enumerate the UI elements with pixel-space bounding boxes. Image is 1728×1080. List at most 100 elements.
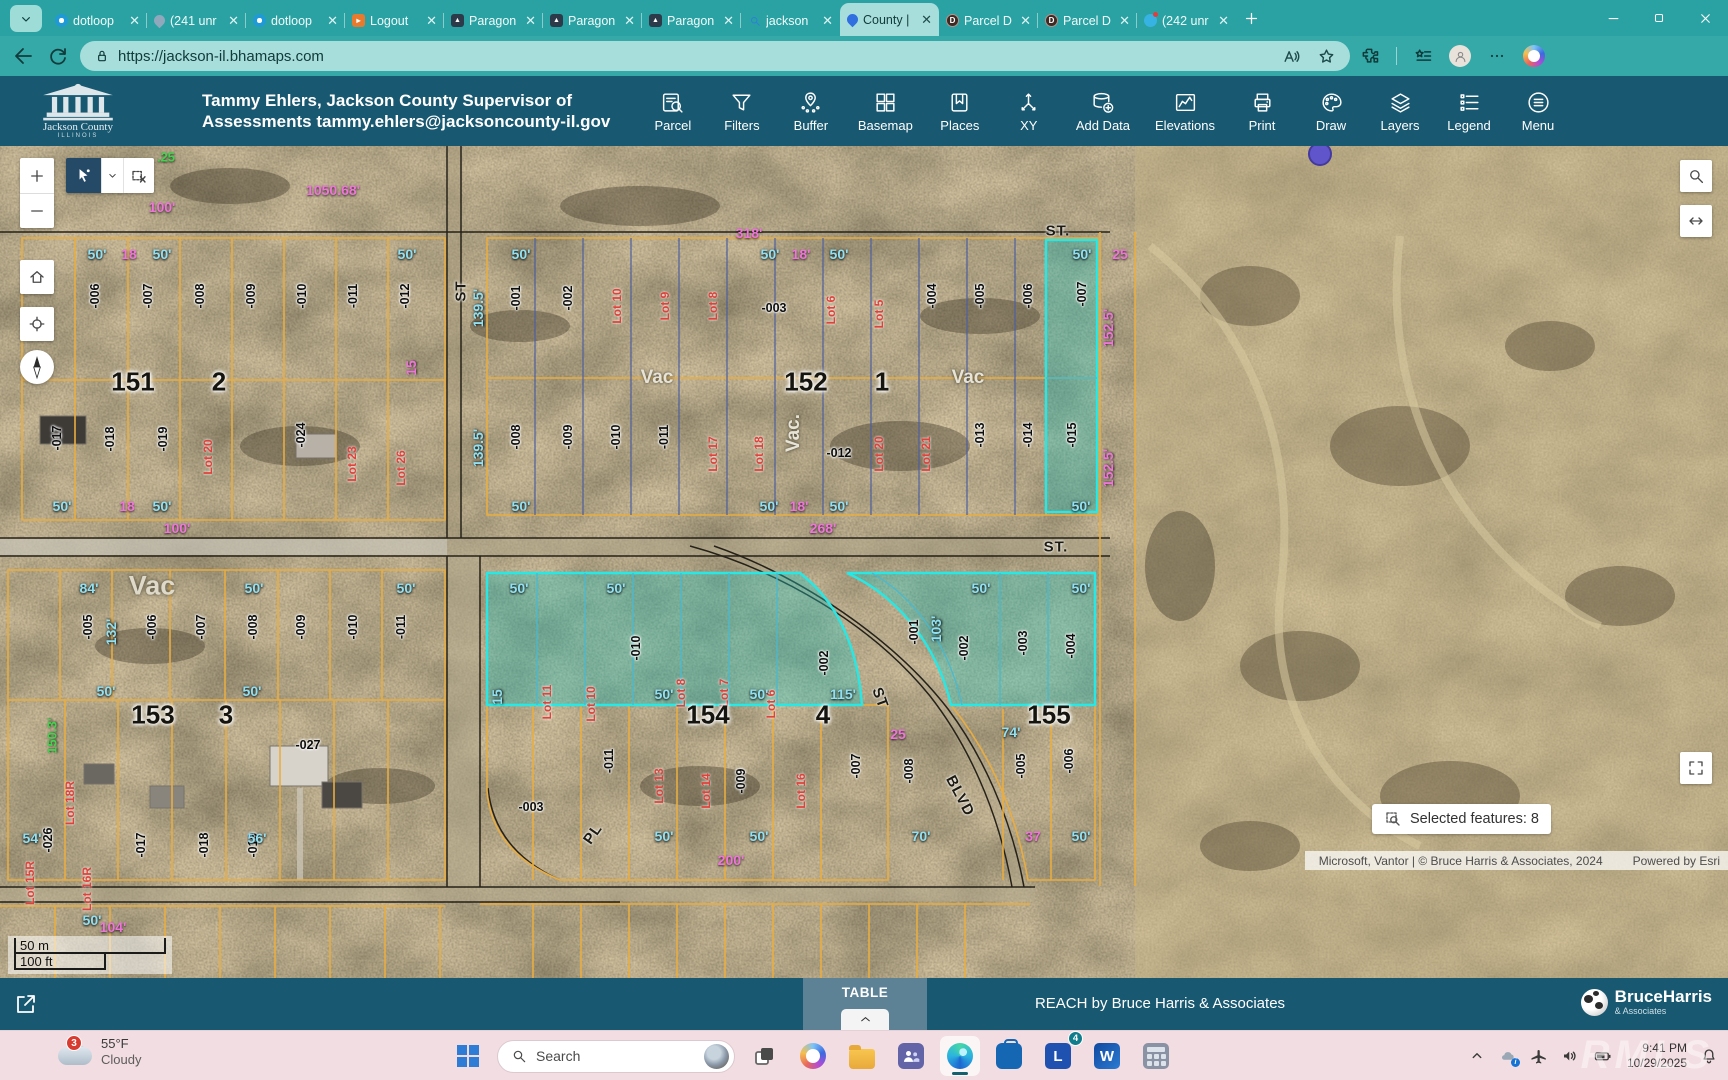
favorites-list-icon[interactable] <box>1413 46 1433 66</box>
read-aloud-icon[interactable] <box>1282 47 1301 66</box>
tab-title: Paragon <box>568 14 619 28</box>
browser-tab[interactable]: dotloop✕ <box>48 5 147 36</box>
hidden-icons-chevron[interactable] <box>1468 1047 1486 1065</box>
favorite-star-icon[interactable] <box>1317 47 1336 66</box>
tab-close-icon[interactable]: ✕ <box>327 14 338 27</box>
toolbar-filters[interactable]: Filters <box>720 90 764 133</box>
lapp-app-icon[interactable]: L4 <box>1038 1036 1078 1076</box>
toolbar-layers[interactable]: Layers <box>1378 90 1422 133</box>
tab-actions-button[interactable] <box>10 5 42 32</box>
maximize-button[interactable] <box>1636 0 1682 36</box>
word-app-icon[interactable]: W <box>1087 1036 1127 1076</box>
copilot-icon[interactable] <box>1523 45 1545 67</box>
calc-app-icon[interactable] <box>1136 1036 1176 1076</box>
refresh-button[interactable] <box>46 44 70 68</box>
browser-tab[interactable]: DParcel D✕ <box>1038 5 1137 36</box>
paragon-favicon: ▲ <box>649 14 662 27</box>
select-tool-dropdown[interactable] <box>101 158 123 193</box>
tab-close-icon[interactable]: ✕ <box>822 14 833 27</box>
toolbar-xy[interactable]: XY <box>1007 90 1051 133</box>
tab-close-icon[interactable]: ✕ <box>1218 14 1229 27</box>
start-button[interactable] <box>448 1036 488 1076</box>
compass-button[interactable] <box>20 350 54 384</box>
tab-close-icon[interactable]: ✕ <box>1119 14 1130 27</box>
notifications-bell-icon[interactable] <box>1700 1047 1718 1065</box>
volume-icon[interactable] <box>1561 1047 1579 1065</box>
scale-imperial: 100 ft <box>20 954 53 969</box>
weather-condition: Cloudy <box>101 1052 141 1068</box>
toolbar-elevations[interactable]: Elevations <box>1155 90 1215 133</box>
toolbar-basemap[interactable]: Basemap <box>858 90 913 133</box>
toolbar-parcel[interactable]: Parcel <box>651 90 695 133</box>
close-button[interactable] <box>1682 0 1728 36</box>
store-app-icon[interactable] <box>989 1036 1029 1076</box>
zoom-in-button[interactable] <box>20 158 54 193</box>
table-panel-tab[interactable]: TABLE <box>803 978 927 1030</box>
toolbar-add-data[interactable]: Add Data <box>1076 90 1130 133</box>
search-highlight-image[interactable] <box>704 1044 729 1069</box>
browser-tab[interactable]: ▲Paragon✕ <box>642 5 741 36</box>
tab-close-icon[interactable]: ✕ <box>426 14 437 27</box>
weather-widget[interactable]: 3 55°F Cloudy <box>58 1036 141 1068</box>
locate-button[interactable] <box>20 307 54 341</box>
browser-tab[interactable]: ▲Paragon✕ <box>444 5 543 36</box>
tab-close-icon[interactable]: ✕ <box>723 14 734 27</box>
browser-tab[interactable]: (241 unr✕ <box>147 5 246 36</box>
toolbar-places[interactable]: Places <box>938 90 982 133</box>
airplane-mode-icon[interactable] <box>1530 1047 1548 1065</box>
toolbar-print[interactable]: Print <box>1240 90 1284 133</box>
toolbar-menu[interactable]: Menu <box>1516 90 1560 133</box>
taskbar-search[interactable]: Search <box>497 1040 735 1073</box>
toolbar-buffer[interactable]: Buffer <box>789 90 833 133</box>
browser-tab[interactable]: (242 unr✕ <box>1137 5 1236 36</box>
minimize-button[interactable] <box>1590 0 1636 36</box>
tab-close-icon[interactable]: ✕ <box>1020 14 1031 27</box>
extensions-icon[interactable] <box>1360 46 1380 66</box>
browser-tab[interactable]: ▸Logout✕ <box>345 5 444 36</box>
tab-close-icon[interactable]: ✕ <box>228 14 239 27</box>
table-expand-button[interactable] <box>841 1009 889 1030</box>
map-canvas[interactable]: .251050.68'100'318'ST.2550'1850'50'-006-… <box>0 146 1728 978</box>
share-button[interactable] <box>14 992 38 1016</box>
zoom-out-button[interactable] <box>20 193 54 228</box>
toolbar-label: Layers <box>1380 118 1419 133</box>
edge-app-icon[interactable] <box>940 1036 980 1076</box>
browser-tab[interactable]: DParcel D✕ <box>939 5 1038 36</box>
onedrive-icon[interactable]: i <box>1499 1047 1517 1065</box>
toolbar-draw[interactable]: Draw <box>1309 90 1353 133</box>
fullscreen-button[interactable] <box>1680 752 1712 784</box>
scale-bar: 50 m 100 ft <box>8 936 172 974</box>
browser-tab[interactable]: ▲Paragon✕ <box>543 5 642 36</box>
unread-badge: 4 <box>1068 1031 1083 1046</box>
explorer-app-icon[interactable] <box>842 1036 882 1076</box>
teams-app-icon[interactable] <box>891 1036 931 1076</box>
reach-branding-text: REACH by Bruce Harris & Associates <box>1035 978 1285 1030</box>
clock[interactable]: 9:41 PM 10/29/2025 <box>1627 1041 1687 1071</box>
weather-temp: 55°F <box>101 1036 141 1052</box>
url-field[interactable]: https://jackson-il.bhamaps.com <box>80 41 1350 71</box>
logo-subcaption: ILLINOIS <box>58 133 99 139</box>
tab-close-icon[interactable]: ✕ <box>525 14 536 27</box>
swipe-tool-button[interactable] <box>1680 205 1712 237</box>
copilot-app-icon[interactable] <box>793 1036 833 1076</box>
settings-more-icon[interactable] <box>1487 46 1507 66</box>
select-tool-button[interactable] <box>66 158 101 193</box>
home-button[interactable] <box>20 260 54 294</box>
tab-title: Parcel D <box>1063 14 1114 28</box>
browser-tab[interactable]: County |✕ <box>840 3 939 36</box>
selected-features-badge[interactable]: Selected features: 8 <box>1372 804 1551 834</box>
battery-icon[interactable] <box>1592 1047 1614 1065</box>
browser-tab[interactable]: jackson✕ <box>741 5 840 36</box>
tab-close-icon[interactable]: ✕ <box>129 14 140 27</box>
tab-close-icon[interactable]: ✕ <box>624 14 635 27</box>
browser-tab[interactable]: dotloop✕ <box>246 5 345 36</box>
profile-avatar[interactable] <box>1449 45 1471 67</box>
new-tab-button[interactable] <box>1236 3 1266 33</box>
taskview-app-icon[interactable] <box>744 1036 784 1076</box>
back-button[interactable] <box>12 44 36 68</box>
tab-close-icon[interactable]: ✕ <box>921 13 932 26</box>
toolbar-legend[interactable]: Legend <box>1447 90 1491 133</box>
map-search-button[interactable] <box>1680 160 1712 192</box>
toolbar-label: Basemap <box>858 118 913 133</box>
clear-selection-button[interactable] <box>123 158 154 193</box>
